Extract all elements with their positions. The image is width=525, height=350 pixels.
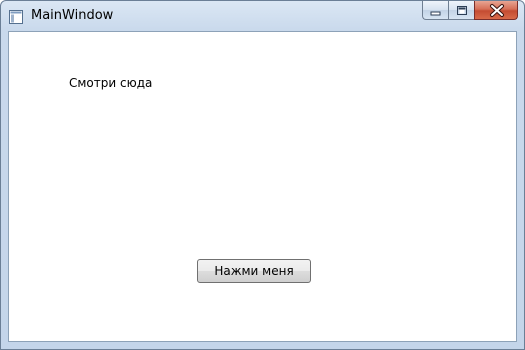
main-window: MainWindow Смотри сюда Нажми меня xyxy=(0,0,525,350)
minimize-button[interactable] xyxy=(422,1,448,20)
title-bar[interactable]: MainWindow xyxy=(1,1,524,31)
close-icon xyxy=(490,4,504,17)
maximize-icon xyxy=(457,6,467,15)
minimize-icon xyxy=(430,11,441,16)
window-title: MainWindow xyxy=(31,8,114,23)
caption-buttons xyxy=(422,1,518,21)
press-me-button[interactable]: Нажми меня xyxy=(197,259,311,283)
close-button[interactable] xyxy=(474,1,518,20)
maximize-button[interactable] xyxy=(448,1,474,20)
window-icon[interactable] xyxy=(9,9,23,24)
look-here-label: Смотри сюда xyxy=(69,76,153,90)
client-area: Смотри сюда Нажми меня xyxy=(8,31,517,342)
